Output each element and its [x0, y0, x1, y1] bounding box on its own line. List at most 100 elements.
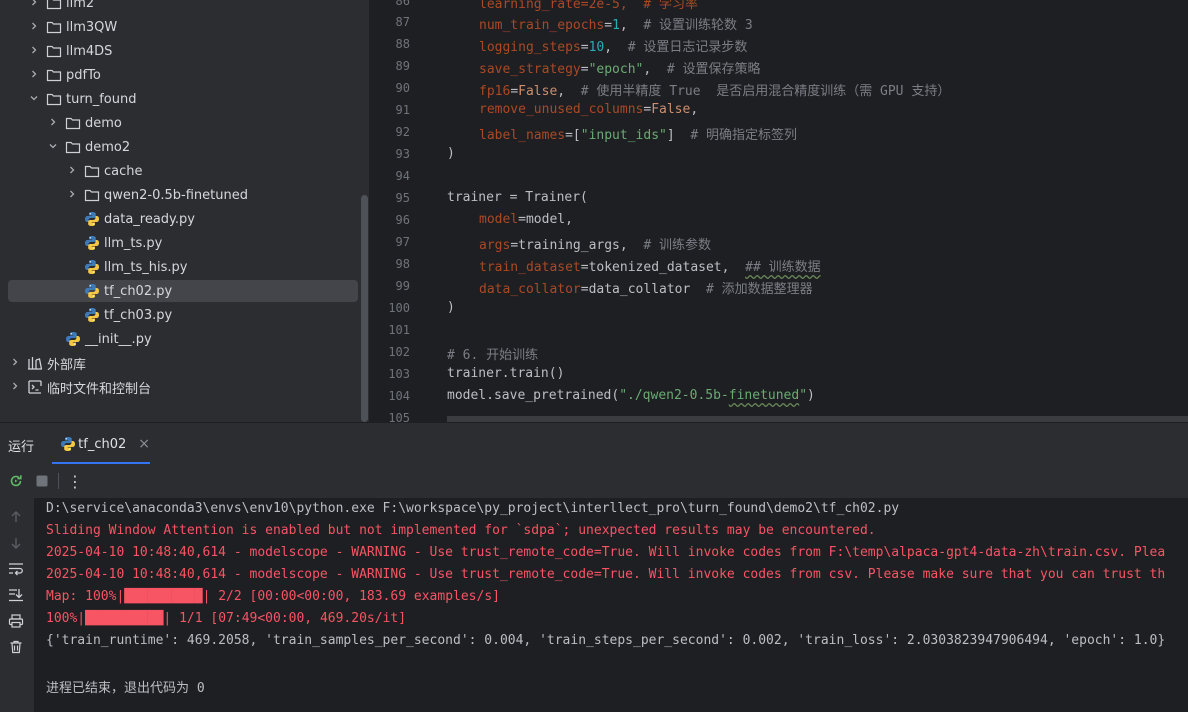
chevron-right-icon[interactable]: [8, 381, 22, 394]
stop-icon[interactable]: [33, 472, 51, 490]
tree-item-pdfto[interactable]: pdfTo: [8, 64, 358, 86]
rerun-icon[interactable]: [7, 472, 25, 490]
arrow-down-icon[interactable]: [7, 534, 25, 552]
print-icon[interactable]: [7, 612, 25, 630]
tree-item-llm-ts-his-py[interactable]: llm_ts_his.py: [8, 256, 358, 278]
line-number: 99: [395, 279, 410, 293]
chevron-right-icon[interactable]: [65, 189, 79, 202]
tree-item-label: demo2: [85, 139, 131, 155]
progress-bar: ██████████: [124, 589, 203, 604]
chevron-right-icon[interactable]: [27, 21, 41, 34]
tree-item-[interactable]: 临时文件和控制台: [8, 376, 358, 398]
tree-item-llm3qw[interactable]: llm3QW: [8, 16, 358, 38]
tree-item-[interactable]: 外部库: [8, 352, 358, 374]
trash-icon[interactable]: [7, 638, 25, 656]
run-console-output[interactable]: D:\service\anaconda3\envs\env10\python.e…: [34, 498, 1188, 712]
line-number: 95: [395, 191, 410, 205]
tree-item-tf-ch02-py[interactable]: tf_ch02.py: [8, 280, 358, 302]
chevron-right-icon[interactable]: [27, 45, 41, 58]
console-command-line: D:\service\anaconda3\envs\env10\python.e…: [46, 501, 900, 516]
tree-item-llm-ts-py[interactable]: llm_ts.py: [8, 232, 358, 254]
line-number: 92: [395, 125, 410, 139]
line-number: 105: [388, 411, 410, 422]
chevron-down-icon[interactable]: [46, 141, 60, 154]
tree-item-label: llm2: [66, 0, 95, 11]
run-toolbar: ⋮: [0, 464, 1188, 498]
run-tool-window-title: 运行: [8, 440, 35, 455]
tree-item-label: 临时文件和控制台: [47, 381, 152, 397]
chevron-down-icon[interactable]: [27, 93, 41, 106]
tree-item-label: demo: [85, 115, 122, 131]
toolbar-separator: [58, 473, 59, 489]
console-map-progress: Map: 100%|██████████| 2/2 [00:00<00:00, …: [46, 589, 500, 604]
tree-item-label: qwen2-0.5b-finetuned: [104, 187, 248, 203]
code-line-90: fp16=False, # 使用半精度 True 是否启用混合精度训练（需 GP…: [479, 84, 951, 99]
tree-item-label: llm4DS: [66, 43, 113, 59]
run-tool-window-header: 运行 tf_ch02 ×: [0, 422, 1188, 465]
line-number: 91: [395, 103, 410, 117]
chevron-right-icon[interactable]: [8, 357, 22, 370]
project-tree: llm2 llm3QW llm4DS pdfTo turn_founddemo demo2…: [0, 0, 360, 422]
scratch-console-icon: [27, 379, 43, 395]
folder-icon: [46, 67, 62, 83]
code-line-89: save_strategy="epoch", # 设置保存策略: [479, 62, 761, 77]
tree-item-llm2[interactable]: llm2: [8, 0, 358, 14]
code-line-86: learning_rate=2e-5, # 学习率: [479, 0, 699, 12]
code-line-104: model.save_pretrained("./qwen2-0.5b-fine…: [447, 388, 815, 403]
scrollbar-thumb[interactable]: [361, 195, 368, 422]
tree-item-data-ready-py[interactable]: data_ready.py: [8, 208, 358, 230]
python-file-icon: [84, 283, 100, 299]
line-number: 104: [388, 389, 410, 403]
tree-item-demo2[interactable]: demo2: [8, 136, 358, 158]
run-side-toolbar: [0, 498, 34, 712]
folder-icon: [65, 115, 81, 131]
run-tab-label: tf_ch02: [78, 436, 127, 452]
tree-item-label: __init__.py: [85, 331, 152, 347]
soft-wrap-icon[interactable]: [7, 560, 25, 578]
console-warning-line: 2025-04-10 10:48:40,614 - modelscope - W…: [46, 567, 1166, 582]
scroll-to-end-icon[interactable]: [7, 586, 25, 604]
tree-item-label: tf_ch02.py: [104, 283, 173, 299]
line-number: 103: [388, 367, 410, 381]
python-file-icon: [84, 259, 100, 275]
console-exit-message: 进程已结束，退出代码为 0: [46, 681, 205, 696]
tree-item-cache[interactable]: cache: [8, 160, 358, 182]
code-editor[interactable]: 86 87 88 89 90 91 92 93 94 95 96 97 98 99 100 101 102 103…: [370, 0, 1188, 422]
tree-item-tf-ch03-py[interactable]: tf_ch03.py: [8, 304, 358, 326]
arrow-up-icon[interactable]: [7, 508, 25, 526]
line-number: 88: [395, 37, 410, 51]
tree-item-label: data_ready.py: [104, 211, 195, 227]
code-line-103: trainer.train(): [447, 366, 565, 381]
tree-item-label: cache: [104, 163, 143, 179]
library-icon: [27, 355, 43, 371]
line-gutter: 86 87 88 89 90 91 92 93 94 95 96 97 98 99 100 101 102 103…: [370, 0, 418, 422]
folder-icon: [46, 19, 62, 35]
more-actions-icon[interactable]: ⋮: [66, 472, 84, 491]
python-file-icon: [60, 436, 75, 452]
code-line-100: ): [447, 300, 455, 315]
code-line-96: model=model,: [479, 212, 573, 227]
tree-item-llm4ds[interactable]: llm4DS: [8, 40, 358, 62]
tree-item-label: llm_ts_his.py: [104, 259, 188, 275]
run-tab-tf-ch02[interactable]: tf_ch02 ×: [52, 423, 150, 465]
chevron-right-icon[interactable]: [65, 165, 79, 178]
code-line-102: # 6. 开始训练: [447, 348, 539, 363]
project-tree-scrollbar[interactable]: [360, 0, 369, 422]
folder-icon: [46, 43, 62, 59]
tree-item-demo[interactable]: demo: [8, 112, 358, 134]
console-train-result: {'train_runtime': 469.2058, 'train_sampl…: [46, 633, 1166, 648]
chevron-right-icon[interactable]: [27, 0, 41, 10]
line-number: 93: [395, 147, 410, 161]
close-icon[interactable]: ×: [138, 436, 150, 452]
chevron-right-icon[interactable]: [27, 69, 41, 82]
python-file-icon: [84, 211, 100, 227]
python-file-icon: [65, 331, 81, 347]
tree-item-label: turn_found: [66, 91, 137, 107]
tree-item-init-py[interactable]: __init__.py: [8, 328, 358, 350]
code-line-91: remove_unused_columns=False,: [479, 102, 699, 117]
tree-item-label: pdfTo: [66, 67, 101, 83]
tree-item-turn-found[interactable]: turn_found: [8, 88, 358, 110]
chevron-right-icon[interactable]: [46, 117, 60, 130]
tree-item-qwen2-0-5b-finetuned[interactable]: qwen2-0.5b-finetuned: [8, 184, 358, 206]
code-line-95: trainer = Trainer(: [447, 190, 588, 205]
